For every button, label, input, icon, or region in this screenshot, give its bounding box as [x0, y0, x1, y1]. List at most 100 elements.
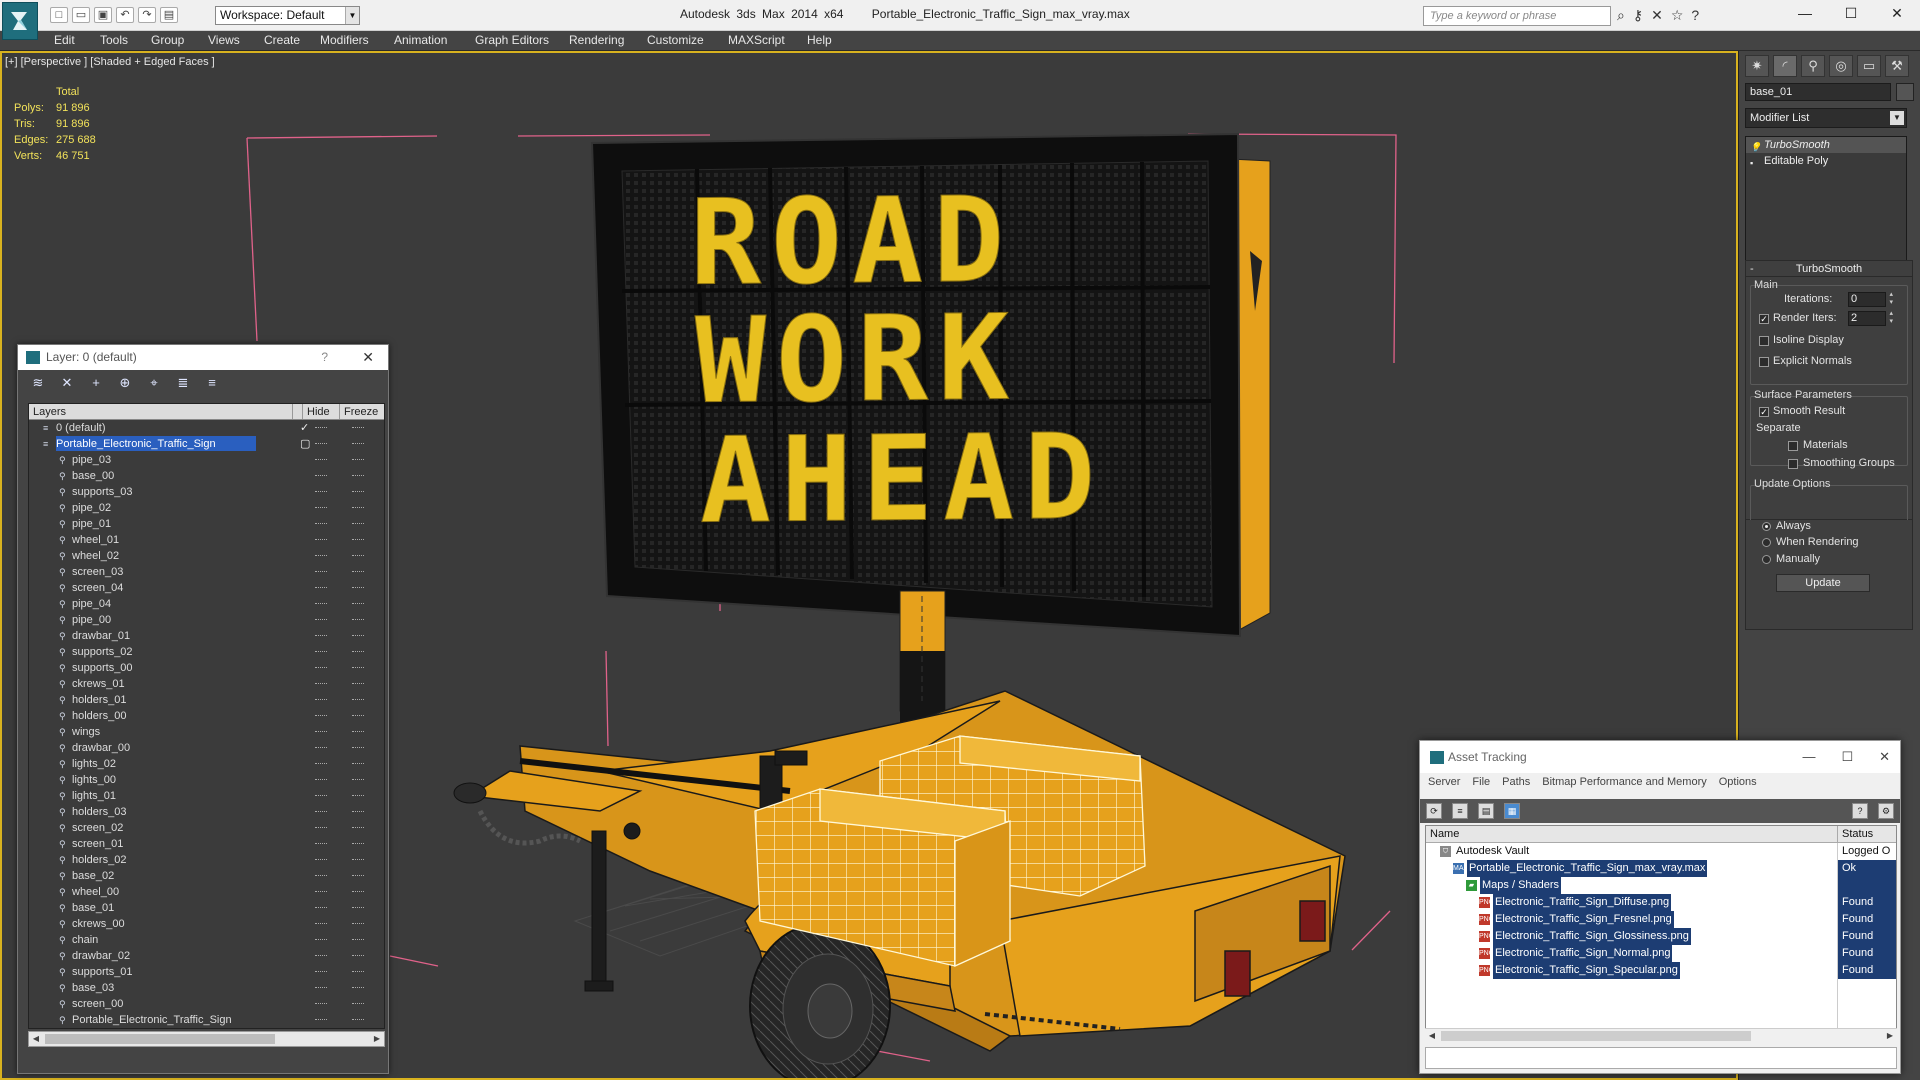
hide-toggle[interactable] — [315, 843, 327, 845]
materials-checkbox[interactable] — [1788, 441, 1798, 451]
freeze-toggle[interactable] — [352, 603, 364, 605]
delete-layer-icon[interactable]: ✕ — [57, 375, 77, 391]
asset-row[interactable]: PNG Electronic_Traffic_Sign_Glossiness.pn… — [1426, 928, 1896, 945]
asset-row[interactable]: ⛉ Autodesk Vault Logged O — [1426, 843, 1896, 860]
layer-row[interactable]: ⚲ wings — [29, 724, 384, 740]
asset-window-titlebar[interactable]: Asset Tracking — ☐ ✕ — [1420, 741, 1900, 773]
freeze-toggle[interactable] — [352, 827, 364, 829]
layer-row[interactable]: ⚲ supports_01 — [29, 964, 384, 980]
freeze-toggle[interactable] — [352, 811, 364, 813]
layer-row[interactable]: ⚲ base_01 — [29, 900, 384, 916]
layer-row[interactable]: ⚲ pipe_04 — [29, 596, 384, 612]
create-tab-icon[interactable]: ✷ — [1745, 55, 1769, 77]
asset-row[interactable]: PNG Electronic_Traffic_Sign_Normal.png Fou… — [1426, 945, 1896, 962]
asset-horizontal-scrollbar[interactable]: ◀ ▶ — [1425, 1028, 1897, 1043]
freeze-toggle[interactable] — [352, 747, 364, 749]
freeze-toggle[interactable] — [352, 715, 364, 717]
freeze-toggle[interactable] — [352, 651, 364, 653]
hide-toggle[interactable] — [315, 731, 327, 733]
hide-toggle[interactable] — [315, 1003, 327, 1005]
open-file-icon[interactable]: ▭ — [72, 7, 90, 23]
layer-row[interactable]: ⚲ pipe_02 — [29, 500, 384, 516]
freeze-toggle[interactable] — [352, 667, 364, 669]
layer-row[interactable]: ⚲ drawbar_02 — [29, 948, 384, 964]
freeze-toggle[interactable] — [352, 987, 364, 989]
hide-toggle[interactable] — [315, 955, 327, 957]
object-color-swatch[interactable] — [1896, 83, 1914, 101]
refresh-icon[interactable]: ⟳ — [1426, 803, 1442, 819]
new-file-icon[interactable]: □ — [50, 7, 68, 23]
freeze-toggle[interactable] — [352, 859, 364, 861]
freeze-toggle[interactable] — [352, 1019, 364, 1021]
redo-icon[interactable]: ↷ — [138, 7, 156, 23]
search-input[interactable]: Type a keyword or phrase — [1423, 6, 1611, 26]
set-current-box-icon[interactable]: ▢ — [300, 436, 310, 452]
menu-customize[interactable]: Customize — [647, 33, 704, 47]
layer-row[interactable]: ⚲ drawbar_00 — [29, 740, 384, 756]
lightbulb-icon[interactable]: 💡 — [1750, 139, 1761, 152]
menu-tools[interactable]: Tools — [100, 33, 128, 47]
asset-row[interactable]: ▰ Maps / Shaders — [1426, 877, 1896, 894]
freeze-toggle[interactable] — [352, 763, 364, 765]
freeze-toggle[interactable] — [352, 635, 364, 637]
hide-toggle[interactable] — [315, 427, 327, 429]
hide-toggle[interactable] — [315, 875, 327, 877]
horizontal-scrollbar[interactable]: ◀ ▶ — [28, 1031, 385, 1047]
layer-row[interactable]: ⚲ ckrews_01 — [29, 676, 384, 692]
hide-toggle[interactable] — [315, 827, 327, 829]
freeze-toggle[interactable] — [352, 523, 364, 525]
render-iters-spinner[interactable]: 2 — [1848, 310, 1893, 326]
layer-row[interactable]: ⚲ base_03 — [29, 980, 384, 996]
freeze-toggle[interactable] — [352, 955, 364, 957]
layer-row[interactable]: ⚲ base_00 — [29, 468, 384, 484]
settings-icon[interactable]: ⚙ — [1878, 803, 1894, 819]
layer-row[interactable]: ⚲ holders_02 — [29, 852, 384, 868]
freeze-toggle[interactable] — [352, 475, 364, 477]
help-icon[interactable]: ? — [321, 345, 328, 370]
scroll-left-icon[interactable]: ◀ — [1425, 1029, 1439, 1043]
layer-row[interactable]: ⚲ wheel_01 — [29, 532, 384, 548]
freeze-toggle[interactable] — [352, 587, 364, 589]
thumbnail-view-icon[interactable]: ▤ — [1478, 803, 1494, 819]
asset-row[interactable]: PNG Electronic_Traffic_Sign_Fresnel.png Fo… — [1426, 911, 1896, 928]
asset-row[interactable]: PNG Electronic_Traffic_Sign_Specular.png F… — [1426, 962, 1896, 979]
explicit-normals-checkbox[interactable] — [1759, 357, 1769, 367]
layer-row[interactable]: ⚲ holders_03 — [29, 804, 384, 820]
modify-tab-icon[interactable]: ◜ — [1773, 55, 1797, 77]
utilities-tab-icon[interactable]: ⚒ — [1885, 55, 1909, 77]
hide-toggle[interactable] — [315, 539, 327, 541]
minimize-icon[interactable]: — — [1802, 741, 1815, 773]
hide-toggle[interactable] — [315, 699, 327, 701]
hide-toggle[interactable] — [315, 683, 327, 685]
hide-toggle[interactable] — [315, 523, 327, 525]
col-hide[interactable]: Hide — [303, 404, 340, 419]
freeze-toggle[interactable] — [352, 1003, 364, 1005]
hide-all-icon[interactable]: ≡ — [202, 375, 222, 391]
freeze-toggle[interactable] — [352, 619, 364, 621]
freeze-toggle[interactable] — [352, 507, 364, 509]
layer-manager-icon[interactable]: ≋ — [28, 375, 48, 391]
layer-row[interactable]: ⚲ pipe_01 — [29, 516, 384, 532]
freeze-toggle[interactable] — [352, 427, 364, 429]
hide-toggle[interactable] — [315, 939, 327, 941]
scroll-right-icon[interactable]: ▶ — [370, 1032, 384, 1046]
menu-modifiers[interactable]: Modifiers — [320, 33, 369, 47]
hide-toggle[interactable] — [315, 795, 327, 797]
hide-toggle[interactable] — [315, 747, 327, 749]
layer-row[interactable]: ⚲ wheel_00 — [29, 884, 384, 900]
hide-toggle[interactable] — [315, 667, 327, 669]
motion-tab-icon[interactable]: ◎ — [1829, 55, 1853, 77]
layer-row[interactable]: ⚲ drawbar_01 — [29, 628, 384, 644]
freeze-toggle[interactable] — [352, 491, 364, 493]
menu-create[interactable]: Create — [264, 33, 300, 47]
hide-toggle[interactable] — [315, 571, 327, 573]
freeze-toggle[interactable] — [352, 539, 364, 541]
undo-icon[interactable]: ↶ — [116, 7, 134, 23]
freeze-toggle[interactable] — [352, 571, 364, 573]
viewport-label[interactable]: [+] [Perspective ] [Shaded + Edged Faces… — [5, 56, 215, 68]
current-layer-check-icon[interactable]: ✓ — [300, 420, 309, 436]
star-icon[interactable]: ☆ — [1671, 7, 1684, 24]
layer-row[interactable]: ⚲ ckrews_00 — [29, 916, 384, 932]
list-view-icon[interactable]: ≡ — [1452, 803, 1468, 819]
exchange-icon[interactable]: ✕ — [1651, 7, 1663, 24]
